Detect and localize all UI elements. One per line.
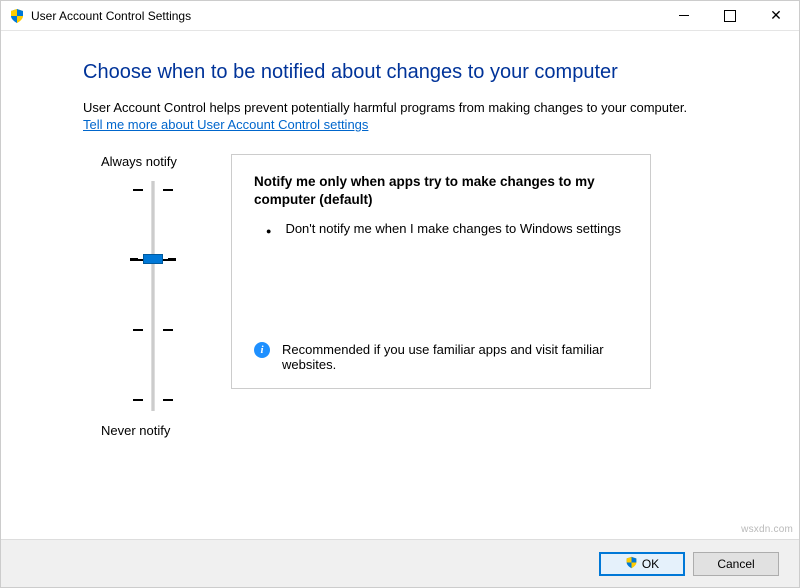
page-heading: Choose when to be notified about changes… xyxy=(83,61,717,84)
slider-area: Always notify Never notify Notify me onl… xyxy=(83,154,717,438)
close-button[interactable]: ✕ xyxy=(753,1,799,30)
slider-tick xyxy=(133,329,173,331)
recommendation-row: i Recommended if you use familiar apps a… xyxy=(254,342,630,372)
slider-tick xyxy=(133,189,173,191)
ok-button-label: OK xyxy=(642,557,659,571)
slider-track-line xyxy=(152,181,155,411)
panel-bullet-row: ● Don't notify me when I make changes to… xyxy=(254,221,630,241)
slider-thumb[interactable] xyxy=(143,254,163,264)
recommendation-text: Recommended if you use familiar apps and… xyxy=(282,342,630,372)
panel-title: Notify me only when apps try to make cha… xyxy=(254,173,630,209)
panel-bullet-text: Don't notify me when I make changes to W… xyxy=(285,221,621,241)
window-title: User Account Control Settings xyxy=(31,9,661,23)
bullet-icon: ● xyxy=(266,221,271,241)
slider-top-label: Always notify xyxy=(101,154,177,169)
uac-shield-icon xyxy=(625,556,638,572)
cancel-button-label: Cancel xyxy=(717,557,754,571)
help-link[interactable]: Tell me more about User Account Control … xyxy=(83,117,368,132)
cancel-button[interactable]: Cancel xyxy=(693,552,779,576)
window-controls: ✕ xyxy=(661,1,799,30)
content-area: Choose when to be notified about changes… xyxy=(1,31,799,438)
ok-button[interactable]: OK xyxy=(599,552,685,576)
minimize-button[interactable] xyxy=(661,1,707,30)
uac-shield-icon xyxy=(9,8,25,24)
slider-tick xyxy=(133,399,173,401)
slider-bottom-label: Never notify xyxy=(101,423,170,438)
slider-column: Always notify Never notify xyxy=(83,154,223,438)
page-description: User Account Control helps prevent poten… xyxy=(83,100,717,115)
button-bar: OK Cancel xyxy=(1,539,799,587)
watermark: wsxdn.com xyxy=(741,524,793,535)
titlebar: User Account Control Settings ✕ xyxy=(1,1,799,31)
maximize-button[interactable] xyxy=(707,1,753,30)
uac-slider[interactable] xyxy=(123,181,183,411)
info-icon: i xyxy=(254,342,270,358)
notification-panel: Notify me only when apps try to make cha… xyxy=(231,154,651,389)
